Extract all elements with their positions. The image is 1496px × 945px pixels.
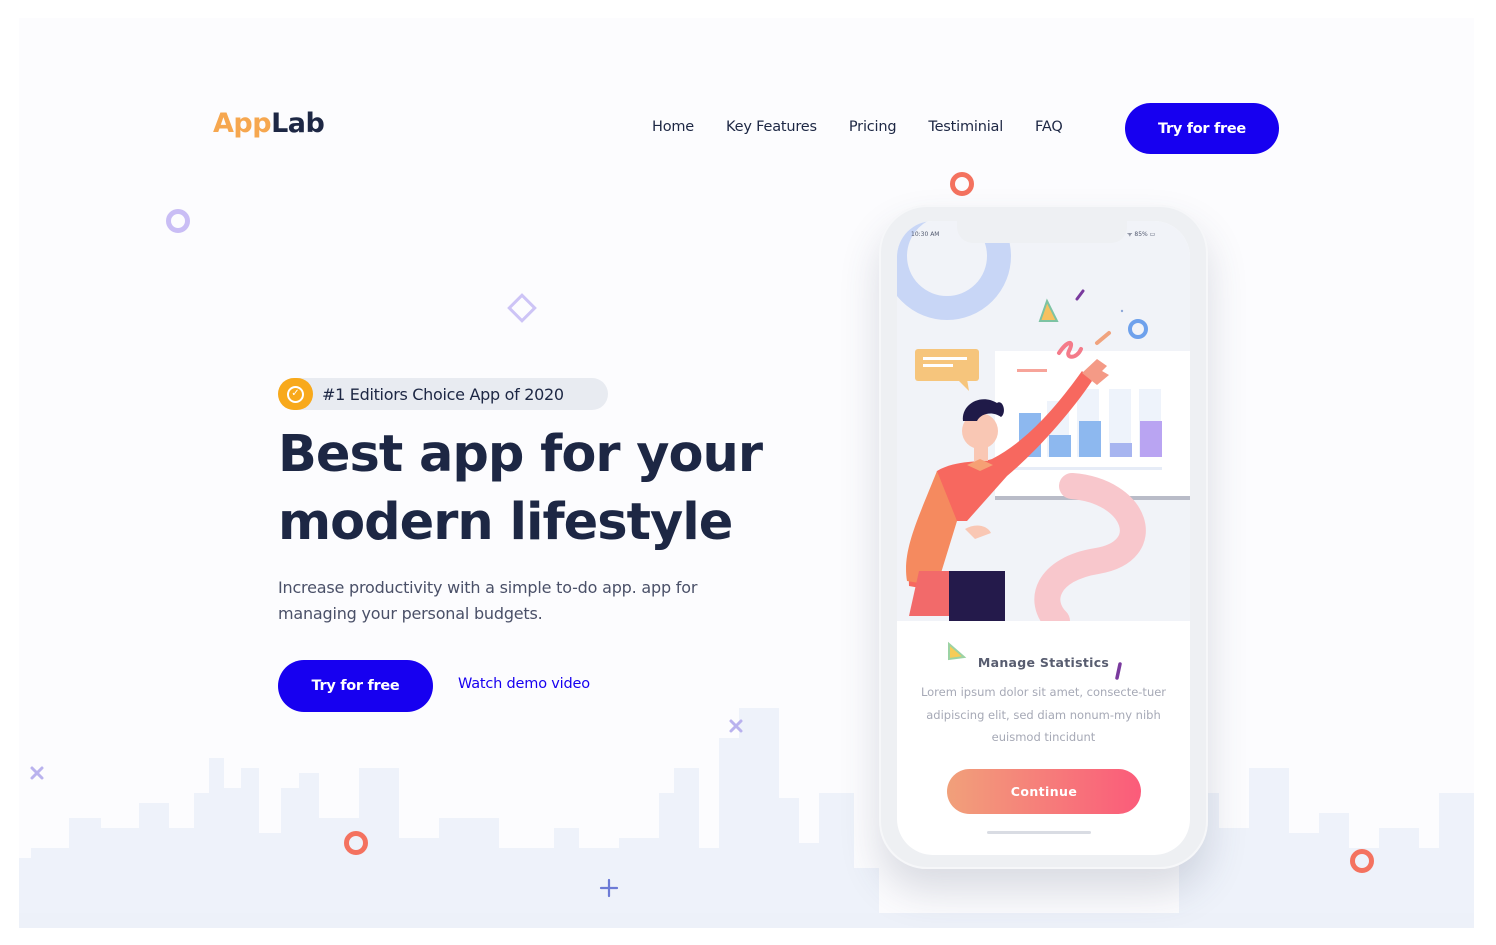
status-bar-time: 10:30 AM — [911, 231, 940, 238]
nav-faq[interactable]: FAQ — [1035, 119, 1063, 135]
continue-button[interactable]: Continue — [947, 769, 1141, 814]
editors-choice-badge: ✓ #1 Editiors Choice App of 2020 — [278, 378, 608, 410]
home-indicator — [987, 831, 1091, 834]
badge-text: #1 Editiors Choice App of 2020 — [322, 384, 564, 404]
card-title: Manage Statistics — [977, 655, 1110, 670]
applab-logo[interactable]: AppLab — [213, 108, 325, 139]
status-bar-battery: ᯤ 85% ▭ — [1127, 231, 1156, 238]
watch-demo-video-link[interactable]: Watch demo video — [458, 676, 590, 692]
headline-line-2: modern lifestyle — [278, 493, 733, 552]
page-canvas: AppLab Home Key Features Pricing Testimi… — [19, 18, 1474, 928]
nav-key-features[interactable]: Key Features — [726, 119, 817, 135]
logo-app: App — [213, 108, 272, 139]
decorative-x-icon — [30, 766, 44, 780]
nav-pricing[interactable]: Pricing — [849, 119, 897, 135]
header-try-for-free-button[interactable]: Try for free — [1125, 103, 1279, 154]
decorative-plus-icon — [599, 878, 619, 898]
hero-headline: Best app for your modern lifestyle — [278, 421, 798, 557]
statistics-illustration: 10:30 AM ᯤ 85% ▭ — [897, 221, 1190, 634]
hero-subtitle: Increase productivity with a simple to-d… — [278, 578, 698, 623]
decorative-ring-coral — [950, 172, 974, 196]
badge-check-icon: ✓ — [278, 378, 313, 410]
phone-notch — [957, 221, 1127, 243]
decorative-ring-purple — [166, 209, 190, 233]
phone-screen: 10:30 AM ᯤ 85% ▭ Manage Statistics Lorem… — [897, 221, 1190, 855]
logo-lab: Lab — [271, 108, 325, 139]
illustration-graphic — [897, 221, 1190, 634]
decorative-diamond — [507, 293, 537, 323]
city-skyline-background — [19, 708, 1474, 928]
phone-mockup: 10:30 AM ᯤ 85% ▭ Manage Statistics Lorem… — [879, 205, 1208, 869]
decorative-x-icon — [729, 719, 743, 733]
main-nav: Home Key Features Pricing Testiminial FA… — [652, 119, 1095, 135]
headline-line-1: Best app for your — [278, 425, 763, 484]
decorative-ring-coral — [344, 831, 368, 855]
hero-try-for-free-button[interactable]: Try for free — [278, 660, 433, 712]
nav-home[interactable]: Home — [652, 119, 694, 135]
nav-testimonial[interactable]: Testiminial — [928, 119, 1003, 135]
decorative-ring-coral — [1350, 849, 1374, 873]
card-description: Lorem ipsum dolor sit amet, consecte-tue… — [920, 685, 1167, 744]
